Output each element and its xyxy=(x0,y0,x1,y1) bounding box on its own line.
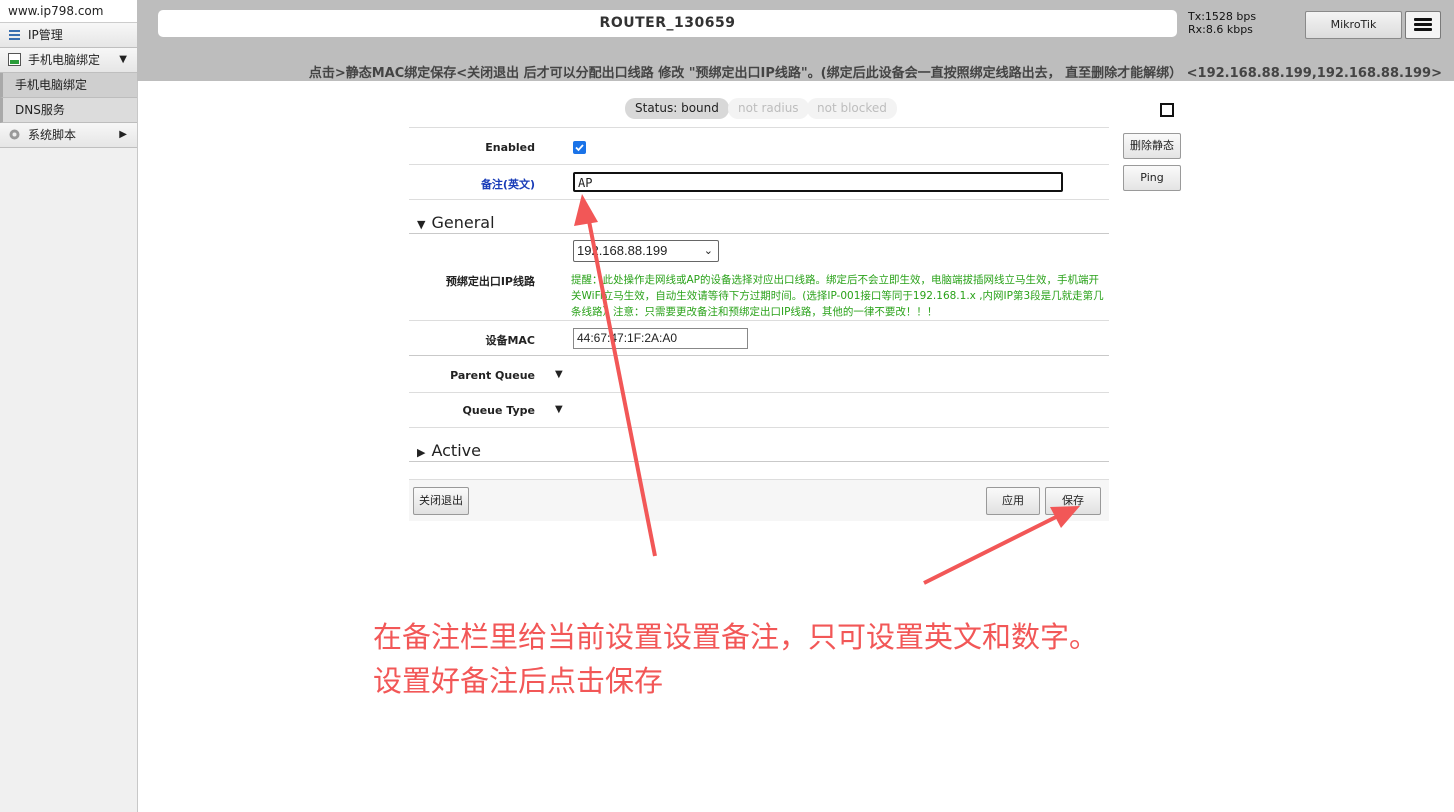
traffic-readout: Tx:1528 bps Rx:8.6 kbps xyxy=(1188,10,1256,36)
annotation-line-2: 设置好备注后点击保存 xyxy=(373,664,664,698)
menu-icon xyxy=(1414,18,1432,21)
parent-queue-dropdown-icon[interactable]: ▼ xyxy=(555,369,563,380)
enabled-label: Enabled xyxy=(485,141,535,154)
ip-line-label: 预绑定出口IP线路 xyxy=(445,275,535,288)
status-badge-radius: not radius xyxy=(728,98,809,119)
binding-icon xyxy=(8,53,21,66)
mikrotik-button[interactable]: MikroTik xyxy=(1305,11,1402,39)
remark-label: 备注(英文) xyxy=(480,178,535,191)
remark-input[interactable]: AP xyxy=(573,172,1063,192)
status-badge-blocked: not blocked xyxy=(807,98,897,119)
sidebar-item-label: 系统脚本 xyxy=(28,128,77,142)
script-icon xyxy=(8,128,21,141)
chevron-down-icon: ▼ xyxy=(119,54,127,65)
sidebar-item-label: IP管理 xyxy=(28,28,63,42)
hamburger-menu-button[interactable] xyxy=(1405,11,1441,39)
status-badge-bound: Status: bound xyxy=(625,98,729,119)
general-section-toggle[interactable]: ▼ General xyxy=(417,213,495,232)
tx-rate: Tx:1528 bps xyxy=(1188,10,1257,23)
parent-queue-label: Parent Queue xyxy=(450,369,535,382)
queue-type-label: Queue Type xyxy=(462,404,535,417)
delete-static-button[interactable]: 删除静态 xyxy=(1123,133,1181,159)
header: ROUTER_130659 Tx:1528 bps Rx:8.6 kbps Mi… xyxy=(137,0,1454,81)
form-footer: 关闭退出 应用 保存 xyxy=(409,479,1109,521)
binding-notice: 点击>静态MAC绑定保存<关闭退出 后才可以分配出口线路 修改 "预绑定出口IP… xyxy=(308,66,1442,81)
fullscreen-icon[interactable] xyxy=(1156,99,1178,121)
instruction-annotation: 在备注栏里给当前设置设置备注，只可设置英文和数字。 设置好备注后点击保存 xyxy=(373,615,1098,703)
rx-rate: Rx:8.6 kbps xyxy=(1188,23,1253,36)
sidebar-subitem-binding[interactable]: 手机电脑绑定 xyxy=(0,73,137,98)
sidebar-item-scripts[interactable]: 系统脚本 ▶ xyxy=(0,123,137,148)
binding-form: Enabled 备注(英文) AP ▼ General 192.168.88.19… xyxy=(409,127,1109,521)
ip-line-hint: 提醒：此处操作走网线或AP的设备选择对应出口线路。绑定后不会立即生效，电脑端拔插… xyxy=(571,274,1104,318)
caret-down-icon: ▼ xyxy=(417,218,426,231)
close-exit-button[interactable]: 关闭退出 xyxy=(413,487,469,515)
queue-type-dropdown-icon[interactable]: ▼ xyxy=(555,404,563,415)
sidebar: www.ip798.com IP管理 手机电脑绑定 ▼ 手机电脑绑定 DNS服务… xyxy=(0,0,138,812)
site-url: www.ip798.com xyxy=(0,0,137,23)
chevron-right-icon: ▶ xyxy=(119,129,127,140)
save-button[interactable]: 保存 xyxy=(1045,487,1101,515)
sidebar-item-ip-management[interactable]: IP管理 xyxy=(0,23,137,48)
enabled-checkbox[interactable] xyxy=(573,141,586,154)
check-icon xyxy=(575,144,584,152)
sidebar-item-binding[interactable]: 手机电脑绑定 ▼ xyxy=(0,48,137,73)
apply-button[interactable]: 应用 xyxy=(986,487,1040,515)
ip-line-select[interactable]: 192.168.88.199 ⌄ xyxy=(573,240,719,262)
mac-label: 设备MAC xyxy=(485,334,535,347)
chevron-down-icon: ⌄ xyxy=(703,245,713,257)
router-title: ROUTER_130659 xyxy=(158,10,1177,37)
ping-button[interactable]: Ping xyxy=(1123,165,1181,191)
caret-right-icon: ▶ xyxy=(417,446,426,459)
ip-management-icon xyxy=(8,28,21,41)
sidebar-subitem-dns[interactable]: DNS服务 xyxy=(0,98,137,123)
active-section-toggle[interactable]: ▶ Active xyxy=(417,441,481,460)
mac-input[interactable]: 44:67:47:1F:2A:A0 xyxy=(573,328,748,349)
sidebar-item-label: 手机电脑绑定 xyxy=(28,53,101,67)
annotation-line-1: 在备注栏里给当前设置设置备注，只可设置英文和数字。 xyxy=(373,620,1099,654)
